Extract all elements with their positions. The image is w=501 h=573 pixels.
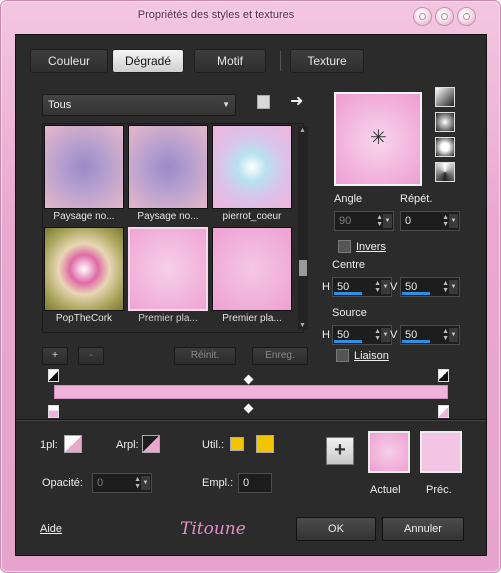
tab-divider <box>280 51 281 71</box>
radial-gradient-icon[interactable] <box>435 137 455 157</box>
scrollbar-thumb[interactable] <box>299 260 307 276</box>
previous-label: Préc. <box>426 484 452 496</box>
tab-degrade[interactable]: Dégradé <box>112 49 184 73</box>
transparency-stop-end[interactable] <box>438 369 449 382</box>
arrow-right-icon[interactable]: ➜ <box>290 91 303 111</box>
library-item[interactable]: pierrot_coeur <box>212 125 292 222</box>
signature-logo: Titoune <box>180 519 246 539</box>
save-gradient-button[interactable]: Enreg. <box>252 347 308 365</box>
util-color-large[interactable] <box>256 435 274 453</box>
scroll-up-icon[interactable]: ▲ <box>299 127 306 134</box>
category-select[interactable]: Tous ▼ <box>42 94 236 116</box>
empl-label: Empl.: <box>202 477 234 489</box>
angle-input[interactable]: 90 ▲ ▼ ▼ <box>334 211 394 231</box>
color-stop-start[interactable] <box>48 405 59 418</box>
transparency-stop-start[interactable] <box>48 369 59 382</box>
center-marker-icon: ✳ <box>370 127 387 149</box>
help-window-button[interactable] <box>413 7 432 26</box>
close-window-button[interactable] <box>457 7 476 26</box>
color-stop-end[interactable] <box>438 405 449 418</box>
window-title: Propriétés des styles et textures <box>137 9 295 21</box>
repeat-label: Répét. <box>400 193 433 205</box>
current-swatch[interactable] <box>368 431 410 473</box>
tab-motif[interactable]: Motif <box>194 49 266 73</box>
invert-label: Invers <box>356 241 386 253</box>
scroll-down-icon[interactable]: ▼ <box>299 322 306 329</box>
linear-gradient-icon[interactable] <box>435 87 455 107</box>
dialog-client: Couleur Dégradé Motif Texture Tous ▼ ➜ P… <box>15 34 487 556</box>
help-link[interactable]: Aide <box>40 523 62 535</box>
dialog-window: Propriétés des styles et textures Couleu… <box>0 0 501 573</box>
util-label: Util.: <box>202 439 224 451</box>
invert-checkbox[interactable] <box>338 240 351 253</box>
color-midpoint[interactable] <box>243 403 254 414</box>
rectangular-gradient-icon[interactable] <box>435 112 455 132</box>
source-v-input[interactable]: 50 ▲ ▼ ▼ <box>400 325 460 345</box>
util-color-small[interactable] <box>230 437 244 451</box>
location-color-swatch[interactable] <box>64 435 82 453</box>
chevron-down-icon: ▼ <box>222 100 230 109</box>
library-item[interactable]: Paysage no... <box>128 125 208 222</box>
library-item[interactable]: Paysage no... <box>44 125 124 222</box>
gradient-preview[interactable]: ✳ <box>334 92 422 186</box>
arpl-label: Arpl: <box>116 439 139 451</box>
sunburst-gradient-icon[interactable] <box>435 162 455 182</box>
add-to-swatches-button[interactable]: + <box>326 437 354 465</box>
center-v-input[interactable]: 50 ▲ ▼ ▼ <box>400 277 460 297</box>
current-label: Actuel <box>370 484 401 496</box>
tab-texture[interactable]: Texture <box>290 49 364 73</box>
location-label: 1pl: <box>40 439 58 451</box>
document-icon[interactable] <box>257 95 270 109</box>
center-h-input[interactable]: 50 ▲ ▼ ▼ <box>332 277 392 297</box>
title-bar: Propriétés des styles et textures <box>1 1 500 31</box>
opacity-label: Opacité: <box>42 477 83 489</box>
ok-button[interactable]: OK <box>296 517 376 541</box>
opacity-input[interactable]: 0 ▲ ▼ ▼ <box>92 473 152 493</box>
minimize-window-button[interactable] <box>435 7 454 26</box>
source-label: Source <box>332 307 367 319</box>
source-h-input[interactable]: 50 ▲ ▼ ▼ <box>332 325 392 345</box>
library-item[interactable]: Premier pla... <box>212 227 292 324</box>
previous-swatch[interactable] <box>420 431 462 473</box>
arpl-color-swatch[interactable] <box>142 435 160 453</box>
library-item[interactable]: PopTheCork <box>44 227 124 324</box>
remove-gradient-button[interactable]: - <box>78 347 104 365</box>
category-value: Tous <box>48 99 72 111</box>
cancel-button[interactable]: Annuler <box>382 517 464 541</box>
add-gradient-button[interactable]: + <box>42 347 68 365</box>
tab-couleur[interactable]: Couleur <box>30 49 108 73</box>
reset-button[interactable]: Réinit. <box>174 347 236 365</box>
link-checkbox[interactable] <box>336 349 349 362</box>
transparency-midpoint[interactable] <box>243 374 254 385</box>
gradient-bar[interactable] <box>54 385 448 399</box>
library-scrollbar[interactable]: ▲ ▼ <box>298 126 308 330</box>
library-item[interactable]: Premier pla... <box>128 227 208 324</box>
repeat-input[interactable]: 0 ▲ ▼ ▼ <box>400 211 460 231</box>
angle-label: Angle <box>334 193 363 205</box>
empl-input[interactable]: 0 <box>238 473 272 493</box>
link-label: Liaison <box>354 350 389 362</box>
center-label: Centre <box>332 259 366 271</box>
